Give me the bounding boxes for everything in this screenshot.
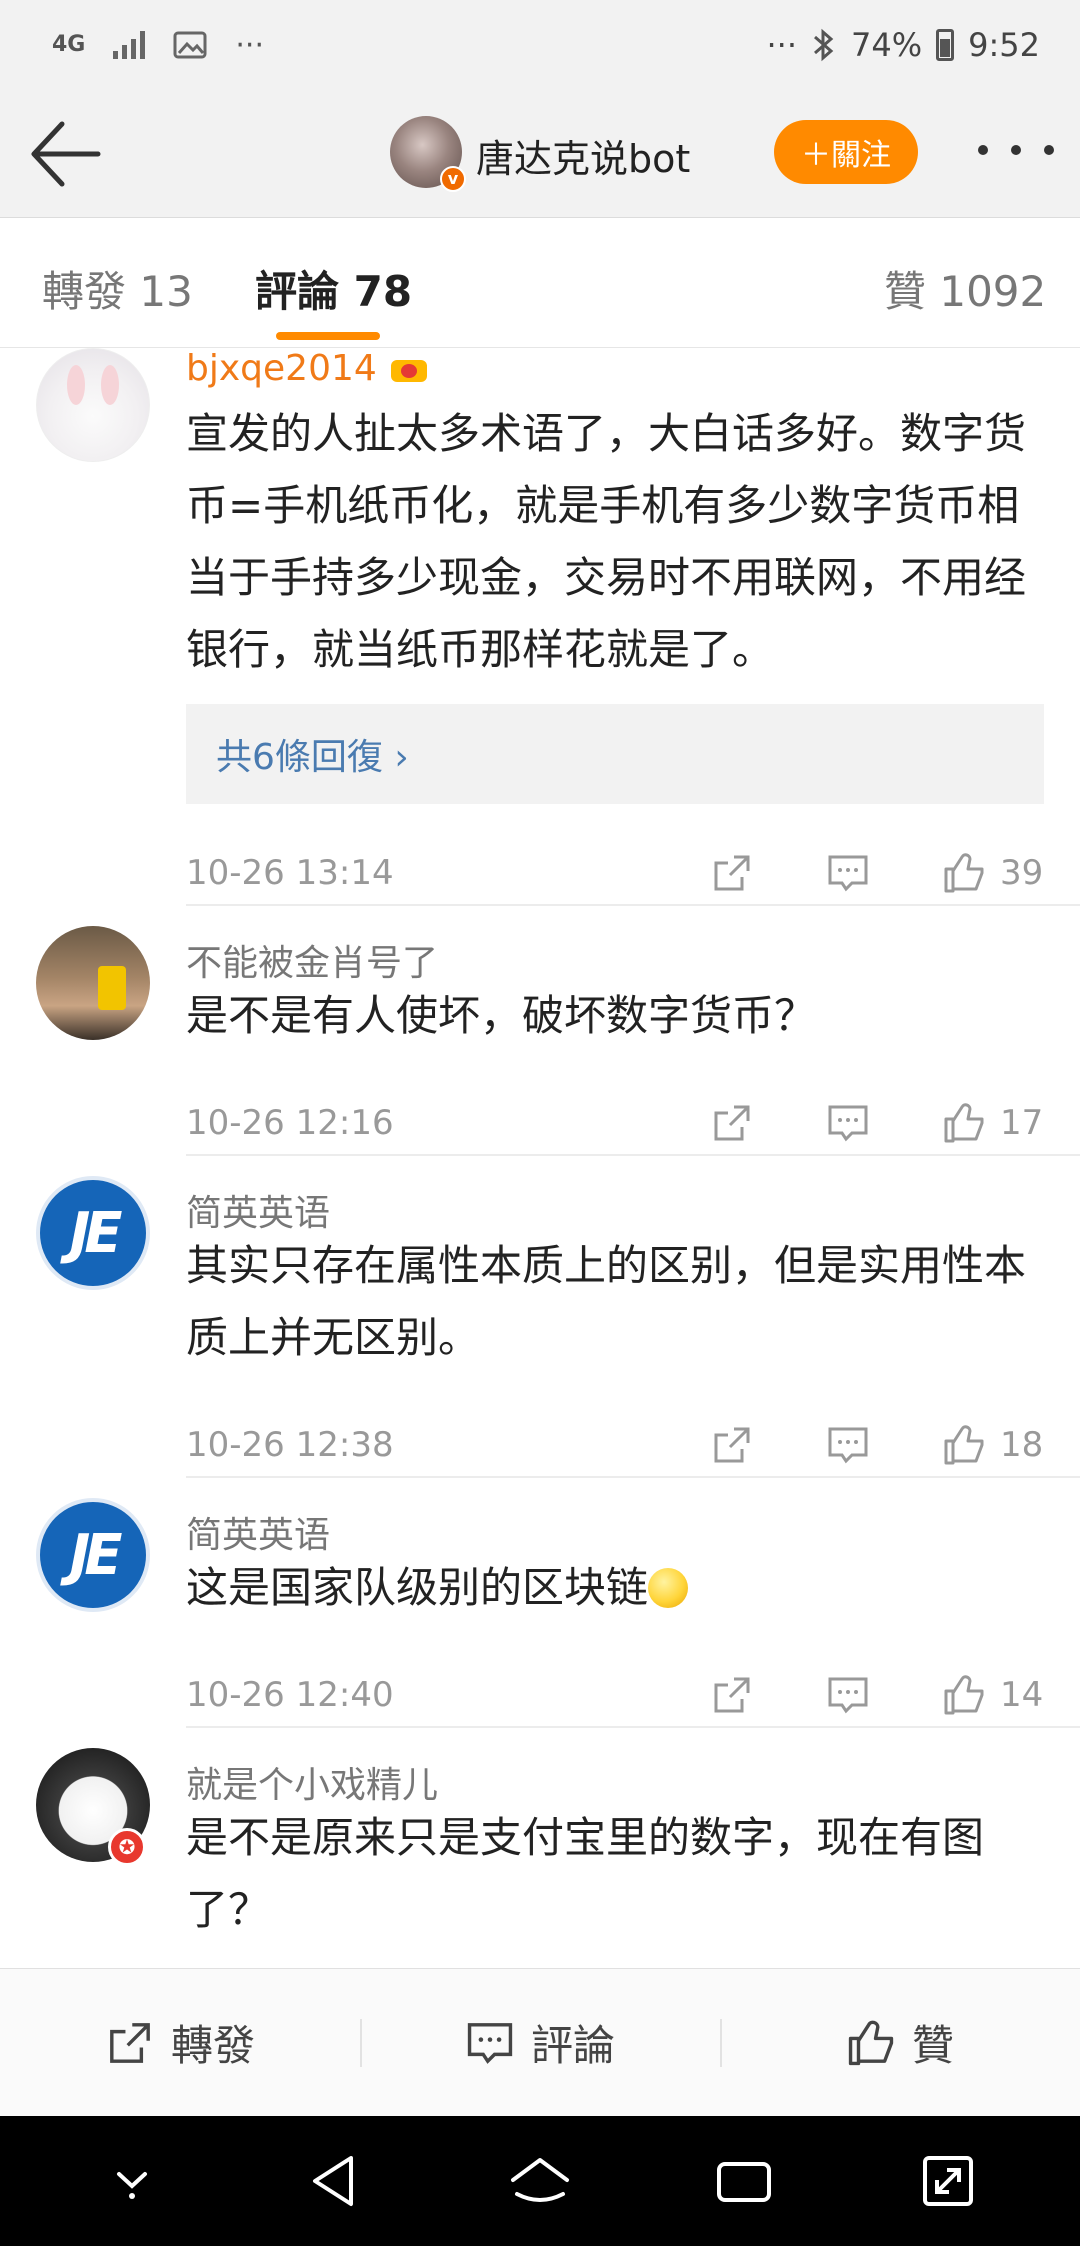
- username-text: bjxqe2014: [186, 348, 377, 389]
- author-name[interactable]: 唐达克说bot: [476, 128, 690, 183]
- system-navigation-bar: [0, 2116, 1080, 2246]
- comment-actions: 17: [638, 1098, 1044, 1148]
- smile-emoji-icon: [648, 1568, 689, 1608]
- like-icon[interactable]: [942, 1101, 986, 1145]
- repost-icon: [110, 2022, 150, 2063]
- comment-button[interactable]: 評論: [360, 1969, 720, 2116]
- comment-icon[interactable]: [826, 1423, 870, 1467]
- comment-username[interactable]: 简英英语: [186, 1506, 330, 1558]
- comment-time: 10-26 13:14: [186, 853, 394, 893]
- tab-comments[interactable]: 評論 78: [255, 258, 412, 319]
- comment-username[interactable]: 就是个小戏精儿: [186, 1756, 438, 1808]
- recent-apps-icon[interactable]: [709, 2146, 779, 2216]
- network-type: 4G: [52, 32, 86, 57]
- comment-actions: 18: [638, 1420, 1044, 1470]
- user-avatar[interactable]: JE: [36, 1498, 150, 1612]
- comment-meta: 10-26 12:16 17: [186, 1098, 1044, 1148]
- user-avatar[interactable]: [36, 348, 150, 462]
- repost-label: 轉發: [170, 2021, 255, 2070]
- comment-icon[interactable]: [826, 851, 870, 895]
- user-avatar[interactable]: JE: [36, 1176, 150, 1290]
- notification-more: ···: [235, 27, 264, 63]
- comment-meta: 10-26 12:40 14: [186, 1670, 1044, 1720]
- active-tab-indicator: [276, 332, 380, 340]
- like-icon[interactable]: [942, 1673, 986, 1717]
- view-replies-link[interactable]: 共6條回復 ›: [186, 704, 1044, 804]
- like-count: 18: [1000, 1425, 1044, 1465]
- comment-text: 是不是原来只是支付宝里的数字，现在有图了？: [186, 1813, 985, 1934]
- author-avatar[interactable]: v: [390, 116, 466, 192]
- bottom-action-bar: 轉發 評論 贊: [0, 1968, 1080, 2116]
- comment-actions: 14: [638, 1670, 1044, 1720]
- comment-time: 10-26 12:38: [186, 1425, 394, 1465]
- comment-text: 宣发的人扯太多术语了，大白话多好。数字货币=手机纸币化，就是手机有多少数字货币相…: [186, 409, 1027, 674]
- status-left: 4G ···: [52, 28, 264, 63]
- comment-actions: 39: [638, 848, 1044, 898]
- user-avatar[interactable]: [36, 926, 150, 1040]
- bluetooth-icon: [814, 28, 834, 62]
- like-count: 14: [1000, 1675, 1044, 1715]
- share-icon[interactable]: [710, 1423, 754, 1467]
- member-badge-icon: ✪: [108, 1828, 146, 1866]
- comment-icon[interactable]: [826, 1101, 870, 1145]
- divider: [186, 1476, 1080, 1478]
- comment-username[interactable]: bjxqe2014: [186, 348, 431, 389]
- status-more: ···: [766, 26, 798, 64]
- tab-likes[interactable]: 贊 1092: [884, 258, 1046, 319]
- status-right: ··· 74% 9:52: [767, 26, 1041, 64]
- more-options-icon[interactable]: [978, 130, 1054, 170]
- like-icon: [848, 2020, 894, 2065]
- verified-badge-icon: v: [440, 166, 466, 192]
- back-arrow-icon[interactable]: [28, 116, 108, 192]
- clock: 9:52: [968, 26, 1040, 64]
- comment-icon[interactable]: [826, 1673, 870, 1717]
- battery-icon: [936, 29, 955, 61]
- like-icon[interactable]: [942, 851, 986, 895]
- share-icon[interactable]: [710, 1101, 754, 1145]
- tab-reposts[interactable]: 轉發 13: [42, 258, 193, 319]
- like-icon[interactable]: [942, 1423, 986, 1467]
- comment-username[interactable]: 简英英语: [186, 1184, 330, 1236]
- divider: [186, 1726, 1080, 1728]
- share-icon[interactable]: [710, 1673, 754, 1717]
- like-button[interactable]: 贊: [720, 1969, 1080, 2116]
- divider: [186, 904, 1080, 906]
- comment-text: 是不是有人使坏，破坏数字货币？: [186, 991, 817, 1040]
- comment-time: 10-26 12:40: [186, 1675, 394, 1715]
- signal-icon: [113, 31, 146, 59]
- tab-bar: 轉發 13 評論 78 贊 1092: [0, 218, 1080, 348]
- comment-meta: 10-26 12:38 18: [186, 1420, 1044, 1470]
- back-icon[interactable]: [301, 2146, 371, 2216]
- repost-button[interactable]: 轉發: [0, 1969, 360, 2116]
- like-label: 贊: [911, 2021, 954, 2070]
- follow-button[interactable]: ＋關注: [774, 120, 918, 184]
- gallery-icon: [173, 31, 207, 59]
- expand-icon[interactable]: [913, 2146, 983, 2216]
- comment-text-content: 这是国家队级别的区块链: [186, 1563, 649, 1612]
- vip-crown-icon: [387, 350, 431, 384]
- comment-time: 10-26 12:16: [186, 1103, 394, 1143]
- comment-icon: [467, 2022, 513, 2064]
- like-count: 39: [1000, 853, 1044, 893]
- battery-percent: 74%: [851, 26, 923, 64]
- home-icon[interactable]: [505, 2146, 575, 2216]
- hide-keyboard-icon[interactable]: [97, 2146, 167, 2216]
- top-header: v 唐达克说bot ＋關注: [0, 90, 1080, 218]
- comment-label: 評論: [530, 2021, 615, 2070]
- divider: [186, 1154, 1080, 1156]
- comment-text: 这是国家队级别的区块链: [186, 1552, 1046, 1624]
- comment-username[interactable]: 不能被金肖号了: [186, 934, 438, 986]
- comment-text: 其实只存在属性本质上的区别，但是实用性本质上并无区别。: [186, 1241, 1027, 1362]
- status-bar: 4G ··· ··· 74% 9:52: [0, 0, 1080, 90]
- share-icon[interactable]: [710, 851, 754, 895]
- like-count: 17: [1000, 1103, 1044, 1143]
- comment-list[interactable]: bjxqe2014 宣发的人扯太多术语了，大白话多好。数字货币=手机纸币化，就是…: [0, 348, 1080, 1968]
- comment-meta: 10-26 13:14 39: [186, 848, 1044, 898]
